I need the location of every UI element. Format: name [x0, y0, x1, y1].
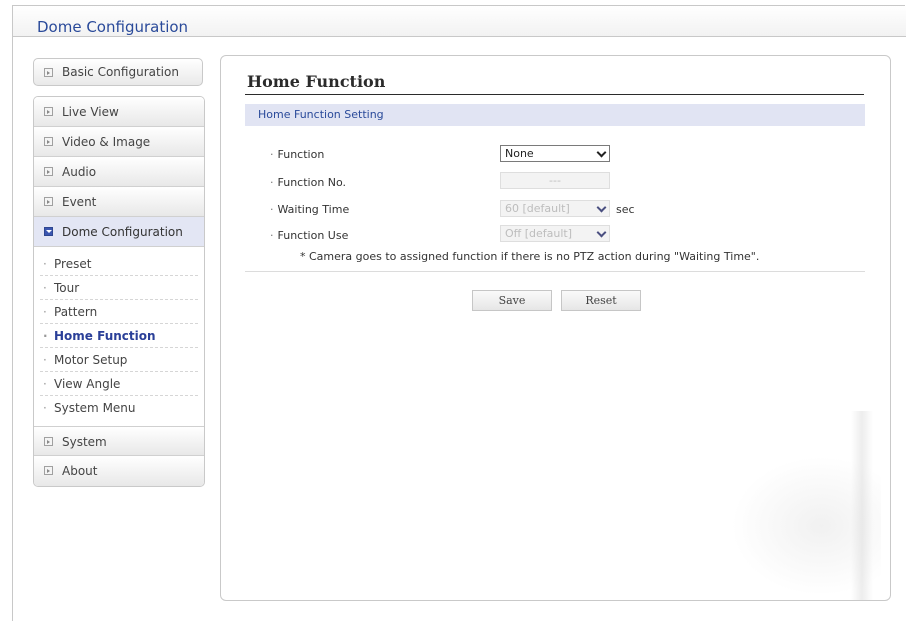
sidebar-item-label: About — [62, 464, 98, 478]
bullet-icon: · — [43, 281, 47, 295]
function-no-field: --- — [500, 172, 610, 189]
sidebar-item-about[interactable]: About — [34, 456, 204, 486]
submenu-item-system-menu[interactable]: · System Menu — [40, 396, 198, 420]
bullet-icon: · — [43, 401, 47, 415]
function-select-value: None — [505, 147, 534, 160]
waiting-time-label: · Waiting Time — [270, 203, 350, 216]
reset-button[interactable]: Reset — [561, 290, 641, 311]
bullet-icon: · — [270, 203, 274, 216]
function-select[interactable]: None — [500, 145, 610, 162]
submenu-item-tour[interactable]: · Tour — [40, 276, 198, 300]
title-divider — [245, 94, 864, 95]
submenu-label: Home Function — [54, 329, 156, 343]
bullet-icon: · — [43, 257, 47, 271]
submenu-item-preset[interactable]: · Preset — [40, 252, 198, 276]
sidebar-item-audio[interactable]: Audio — [34, 157, 204, 187]
waiting-time-value: 60 [default] — [505, 202, 570, 215]
section-divider — [245, 271, 865, 272]
sidebar-item-event[interactable]: Event — [34, 187, 204, 217]
waiting-time-unit: sec — [616, 203, 635, 216]
expand-box-icon — [44, 466, 53, 475]
expand-box-icon — [44, 107, 53, 116]
function-use-value: Off [default] — [505, 227, 573, 240]
function-no-label: · Function No. — [270, 176, 347, 189]
expand-box-icon — [44, 137, 53, 146]
function-use-label: · Function Use — [270, 229, 349, 242]
submenu-label: System Menu — [54, 401, 136, 415]
save-button[interactable]: Save — [472, 290, 552, 311]
help-note: * Camera goes to assigned function if th… — [300, 250, 760, 263]
bullet-icon: · — [270, 229, 274, 242]
sidebar-item-label: System — [62, 435, 107, 449]
collapse-box-icon — [44, 227, 53, 236]
submenu-item-home-function[interactable]: · Home Function — [40, 324, 198, 348]
app-title: Dome Configuration — [37, 18, 189, 36]
camera-watermark-mount — [851, 411, 873, 600]
menu-label: Basic Configuration — [62, 65, 179, 79]
sidebar-menu: Live View Video & Image Audio Event Dome… — [33, 96, 205, 487]
page-title: Home Function — [247, 72, 386, 91]
chevron-down-icon — [596, 202, 607, 213]
sidebar-item-label: Audio — [62, 165, 97, 179]
expand-box-icon — [44, 68, 53, 77]
sidebar-item-system[interactable]: System — [34, 426, 204, 456]
submenu-label: Pattern — [54, 305, 98, 319]
content-panel — [220, 55, 891, 601]
sidebar-item-dome-configuration[interactable]: Dome Configuration — [34, 217, 204, 247]
sidebar-item-live-view[interactable]: Live View — [34, 97, 204, 127]
bullet-icon: · — [43, 377, 47, 391]
sidebar-item-label: Live View — [62, 105, 119, 119]
bullet-icon: · — [43, 329, 48, 343]
function-label: · Function — [270, 148, 325, 161]
submenu-item-view-angle[interactable]: · View Angle — [40, 372, 198, 396]
waiting-time-select: 60 [default] — [500, 200, 610, 217]
sidebar-item-label: Event — [62, 195, 97, 209]
sidebar-item-label: Video & Image — [62, 135, 151, 149]
submenu-label: Motor Setup — [54, 353, 128, 367]
submenu-label: Preset — [54, 257, 92, 271]
menu-basic-configuration[interactable]: Basic Configuration — [33, 58, 203, 86]
sidebar-item-video-image[interactable]: Video & Image — [34, 127, 204, 157]
bullet-icon: · — [43, 353, 47, 367]
submenu-item-pattern[interactable]: · Pattern — [40, 300, 198, 324]
submenu-label: View Angle — [54, 377, 121, 391]
function-use-select: Off [default] — [500, 225, 610, 242]
header-bar: Dome Configuration — [13, 6, 906, 37]
chevron-down-icon — [596, 227, 607, 238]
expand-box-icon — [44, 437, 53, 446]
bullet-icon: · — [43, 305, 47, 319]
expand-box-icon — [44, 167, 53, 176]
section-header: Home Function Setting — [245, 104, 865, 126]
chevron-down-icon — [596, 147, 607, 158]
bullet-icon: · — [270, 176, 274, 189]
expand-box-icon — [44, 197, 53, 206]
sidebar-item-label: Dome Configuration — [62, 225, 183, 239]
submenu-item-motor-setup[interactable]: · Motor Setup — [40, 348, 198, 372]
function-no-value: --- — [549, 174, 561, 187]
bullet-icon: · — [270, 148, 274, 161]
submenu-label: Tour — [54, 281, 80, 295]
